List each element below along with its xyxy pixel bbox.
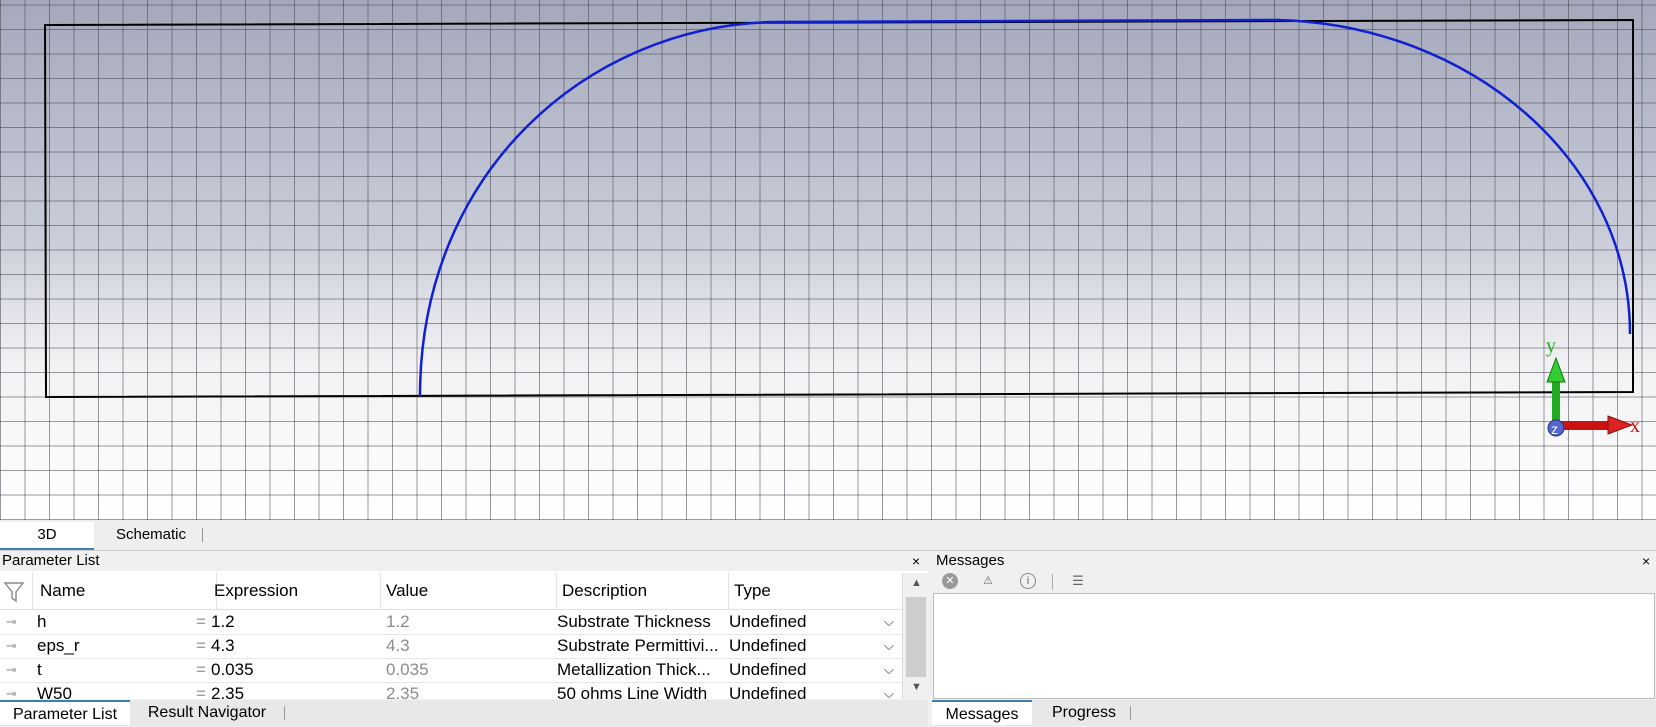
- scroll-down-icon[interactable]: ▼: [911, 681, 922, 693]
- tab-separator: [284, 706, 285, 720]
- pin-icon[interactable]: ⊸: [6, 610, 17, 634]
- pin-icon[interactable]: ⊸: [6, 682, 17, 699]
- col-header-expression[interactable]: Expression: [208, 573, 381, 609]
- param-description[interactable]: 50 ohms Line Width: [557, 682, 727, 699]
- chevron-down-icon[interactable]: ⌵: [884, 658, 894, 682]
- z-axis-label: z: [1551, 421, 1558, 437]
- info-filter-icon[interactable]: i: [1020, 573, 1036, 589]
- tab-parameter-list[interactable]: Parameter List: [0, 700, 130, 725]
- tab-result-navigator[interactable]: Result Navigator: [132, 700, 282, 725]
- parameter-list-title-text: Parameter List: [2, 552, 100, 569]
- pin-icon[interactable]: ⊸: [6, 634, 17, 658]
- param-name[interactable]: eps_r: [37, 634, 187, 658]
- param-name[interactable]: t: [37, 658, 187, 682]
- col-header-name[interactable]: Name: [32, 573, 217, 609]
- substrate-outline: [43, 18, 1634, 399]
- model-canvas: y x z: [43, 18, 1640, 437]
- param-type[interactable]: Undefined: [729, 610, 879, 634]
- param-description[interactable]: Metallization Thick...: [557, 658, 727, 682]
- messages-list[interactable]: [933, 593, 1655, 699]
- param-expression[interactable]: 4.3: [211, 634, 371, 658]
- tab-schematic[interactable]: Schematic: [96, 522, 206, 548]
- tab-separator: [1130, 706, 1131, 720]
- equals-sign: =: [196, 612, 206, 631]
- equals-sign: =: [196, 636, 206, 655]
- messages-toolbar: ✕ ⚠ i ☰: [932, 571, 1656, 593]
- col-header-value[interactable]: Value: [380, 573, 557, 609]
- x-axis-label: x: [1630, 415, 1640, 437]
- param-value: 1.2: [386, 612, 410, 631]
- view-tab-bar: 3D Schematic: [0, 520, 1656, 551]
- error-filter-icon[interactable]: ✕: [942, 573, 958, 589]
- left-bottom-tab-bar: Parameter List Result Navigator: [0, 700, 928, 726]
- toolbar-separator: [1052, 574, 1053, 590]
- chevron-down-icon[interactable]: ⌵: [884, 634, 894, 658]
- param-description[interactable]: Substrate Thickness: [557, 610, 727, 634]
- tab-messages[interactable]: Messages: [932, 700, 1032, 725]
- param-value: 4.3: [386, 636, 410, 655]
- param-name[interactable]: h: [37, 610, 187, 634]
- y-axis-label: y: [1546, 335, 1556, 357]
- chevron-down-icon[interactable]: ⌵: [884, 682, 894, 699]
- chevron-down-icon[interactable]: ⌵: [884, 610, 894, 634]
- tab-separator: [202, 528, 203, 542]
- table-row[interactable]: ⊸ h = 1.2 1.2 Substrate Thickness Undefi…: [0, 610, 902, 635]
- param-value: 0.035: [386, 660, 429, 679]
- right-bottom-tab-bar: Messages Progress: [932, 700, 1656, 726]
- param-type[interactable]: Undefined: [729, 658, 879, 682]
- param-expression[interactable]: 1.2: [211, 610, 371, 634]
- tab-progress[interactable]: Progress: [1034, 700, 1134, 725]
- close-icon[interactable]: ×: [1642, 552, 1650, 570]
- parameter-list-title: Parameter List: [0, 551, 928, 571]
- param-name[interactable]: W50: [37, 682, 187, 699]
- curve-geometry: [418, 18, 1632, 397]
- param-type[interactable]: Undefined: [729, 634, 879, 658]
- tab-3d[interactable]: 3D: [0, 522, 94, 550]
- parameter-table: Name Expression Value Description Type ⊸…: [0, 573, 902, 699]
- 3d-viewport[interactable]: y x z: [0, 0, 1656, 520]
- x-axis-arrow: [1560, 415, 1634, 435]
- param-description[interactable]: Substrate Permittivi...: [557, 634, 727, 658]
- messages-title: Messages: [936, 551, 1636, 571]
- vertical-scrollbar[interactable]: ▲ ▼: [902, 573, 929, 699]
- table-row[interactable]: ⊸ eps_r = 4.3 4.3 Substrate Permittivi..…: [0, 634, 902, 659]
- param-expression[interactable]: 2.35: [211, 682, 371, 699]
- col-header-description[interactable]: Description: [556, 573, 729, 609]
- pin-icon[interactable]: ⊸: [6, 658, 17, 682]
- table-row[interactable]: ⊸ t = 0.035 0.035 Metallization Thick...…: [0, 658, 902, 683]
- axes-gizmo: y x z: [1546, 335, 1640, 437]
- filter-icon[interactable]: [0, 573, 33, 609]
- close-icon[interactable]: ×: [912, 552, 920, 570]
- parameter-list-panel: Parameter List × Name Expression Value D…: [0, 551, 929, 699]
- col-header-type[interactable]: Type: [728, 573, 902, 609]
- param-value: 2.35: [386, 684, 420, 699]
- messages-panel: Messages × ✕ ⚠ i ☰: [932, 551, 1656, 699]
- scroll-up-icon[interactable]: ▲: [911, 577, 922, 589]
- equals-sign: =: [196, 660, 206, 679]
- scroll-thumb[interactable]: [906, 597, 926, 677]
- param-expression[interactable]: 0.035: [211, 658, 371, 682]
- equals-sign: =: [196, 684, 206, 699]
- warning-filter-icon[interactable]: ⚠: [980, 573, 996, 589]
- table-row[interactable]: ⊸ W50 = 2.35 2.35 50 ohms Line Width Und…: [0, 682, 902, 699]
- param-type[interactable]: Undefined: [729, 682, 879, 699]
- clear-list-icon[interactable]: ☰: [1070, 573, 1086, 589]
